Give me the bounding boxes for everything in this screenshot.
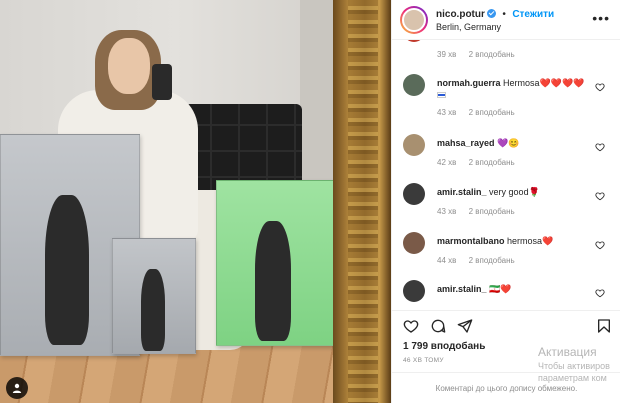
comment-item: normah.guerra Hermosa❤️❤️❤️❤️ 43 хв 2 вп… (392, 74, 620, 117)
likes-count[interactable]: 1 799 вподобань (403, 341, 485, 352)
comment-body: marmontalbano hermosa❤️ (437, 236, 553, 247)
comment-meta: 44 хв 2 вподобань (437, 256, 525, 265)
user-tag-icon (12, 383, 22, 393)
comment-emoji: 🇮🇷❤️ (489, 284, 512, 294)
follow-button[interactable]: Стежити (512, 9, 554, 20)
post-header: nico.potur • Стежити Berlin, Germany ••• (392, 0, 620, 40)
comment-likes[interactable]: 2 вподобань (469, 207, 515, 216)
comment-username[interactable]: normah.guerra (437, 78, 501, 88)
comment-like-heart-icon[interactable] (595, 191, 605, 201)
post-timestamp[interactable]: 46 ХВ ТОМУ (403, 357, 444, 364)
post-photo[interactable] (0, 0, 391, 403)
author-username[interactable]: nico.potur (436, 9, 485, 20)
bookmark-icon[interactable] (596, 318, 612, 334)
photo-phone (152, 64, 172, 100)
post-action-bar (392, 310, 620, 338)
watermark-line-1: Активация (538, 345, 597, 359)
comment-like-heart-icon[interactable] (595, 288, 605, 298)
comment-text: hermosa (507, 236, 543, 246)
comment-body: normah.guerra Hermosa❤️❤️❤️❤️ (437, 78, 584, 99)
watermark-line-2: Чтобы активиров (538, 361, 610, 371)
photo-canvas-small (112, 238, 196, 354)
comment-avatar[interactable] (403, 183, 425, 205)
comment-meta: 42 хв 2 вподобань (437, 158, 525, 167)
comment-avatar[interactable] (403, 232, 425, 254)
comment-likes[interactable]: 2 вподобань (469, 108, 515, 117)
more-horizontal-icon[interactable]: ••• (592, 11, 610, 25)
comment-username[interactable]: mahsa_rayed (437, 138, 495, 148)
comment-item: amir.stalin_ 🇮🇷❤️ (392, 280, 620, 308)
author-avatar[interactable] (400, 5, 428, 34)
comment-time[interactable]: 39 хв (437, 50, 456, 59)
comment-icon[interactable] (430, 318, 446, 334)
comment-username[interactable]: amir.stalin_ (437, 187, 487, 197)
comment-like-heart-icon[interactable] (595, 82, 605, 92)
comment-likes[interactable]: 2 вподобань (469, 158, 515, 167)
comment-text: Hermosa (503, 78, 540, 88)
comment-emoji: 💜😊 (497, 138, 520, 148)
mirror-frame-ornament (348, 0, 378, 403)
heart-outline-icon[interactable] (403, 318, 419, 334)
comment-item: mahsa_rayed 💜😊 42 хв 2 вподобань (392, 134, 620, 174)
comment-meta: 39 хв 2 вподобань (437, 50, 525, 59)
comment-body: amir.stalin_ 🇮🇷❤️ (437, 284, 511, 295)
comment-avatar[interactable] (403, 40, 425, 42)
post-sidebar: nico.potur • Стежити Berlin, Germany •••… (391, 0, 620, 403)
verified-badge-icon (486, 8, 496, 18)
comment-time[interactable]: 42 хв (437, 158, 456, 167)
photo-canvas-green (216, 180, 336, 346)
comment-body: amir.stalin_ very good🌹 (437, 187, 540, 198)
comment-item: amir.stalin_ very good🌹 43 хв 2 вподобан… (392, 183, 620, 223)
comment-like-heart-icon[interactable] (595, 240, 605, 250)
comment-emoji: 🌹 (528, 187, 540, 197)
comment-emoji: ❤️❤️❤️❤️ (539, 78, 585, 88)
user-tag-button[interactable] (6, 377, 28, 399)
comment-emoji: ❤️ (542, 236, 554, 246)
comment-item: marmontalbano hermosa❤️ 44 хв 2 вподобан… (392, 232, 620, 272)
comment-time[interactable]: 43 хв (437, 108, 456, 117)
comment-meta: 43 хв 2 вподобань (437, 207, 525, 216)
comment-likes[interactable]: 2 вподобань (469, 256, 515, 265)
post-location[interactable]: Berlin, Germany (436, 21, 554, 34)
header-separator: • (502, 8, 506, 20)
comment-time[interactable]: 44 хв (437, 256, 456, 265)
comment-body: mahsa_rayed 💜😊 (437, 138, 519, 149)
comment-likes[interactable]: 2 вподобань (469, 50, 515, 59)
comment-text: very good (489, 187, 529, 197)
israel-flag-icon (437, 91, 446, 98)
comment-avatar[interactable] (403, 280, 425, 302)
comment-avatar[interactable] (403, 134, 425, 156)
comment-username[interactable]: amir.stalin_ (437, 284, 487, 294)
comment-like-heart-icon[interactable] (595, 142, 605, 152)
comment-time[interactable]: 43 хв (437, 207, 456, 216)
comments-restricted-notice: Коментарі до цього допису обмежено. (392, 372, 620, 403)
photo-person-face (108, 38, 150, 94)
comment-username[interactable]: marmontalbano (437, 236, 505, 246)
comment-avatar[interactable] (403, 74, 425, 96)
send-icon[interactable] (457, 318, 473, 334)
comment-item: 39 хв 2 вподобань (392, 40, 620, 66)
comment-meta: 43 хв 2 вподобань (437, 108, 525, 117)
comments-list[interactable]: 39 хв 2 вподобань normah.guerra Hermosa❤… (392, 40, 620, 308)
